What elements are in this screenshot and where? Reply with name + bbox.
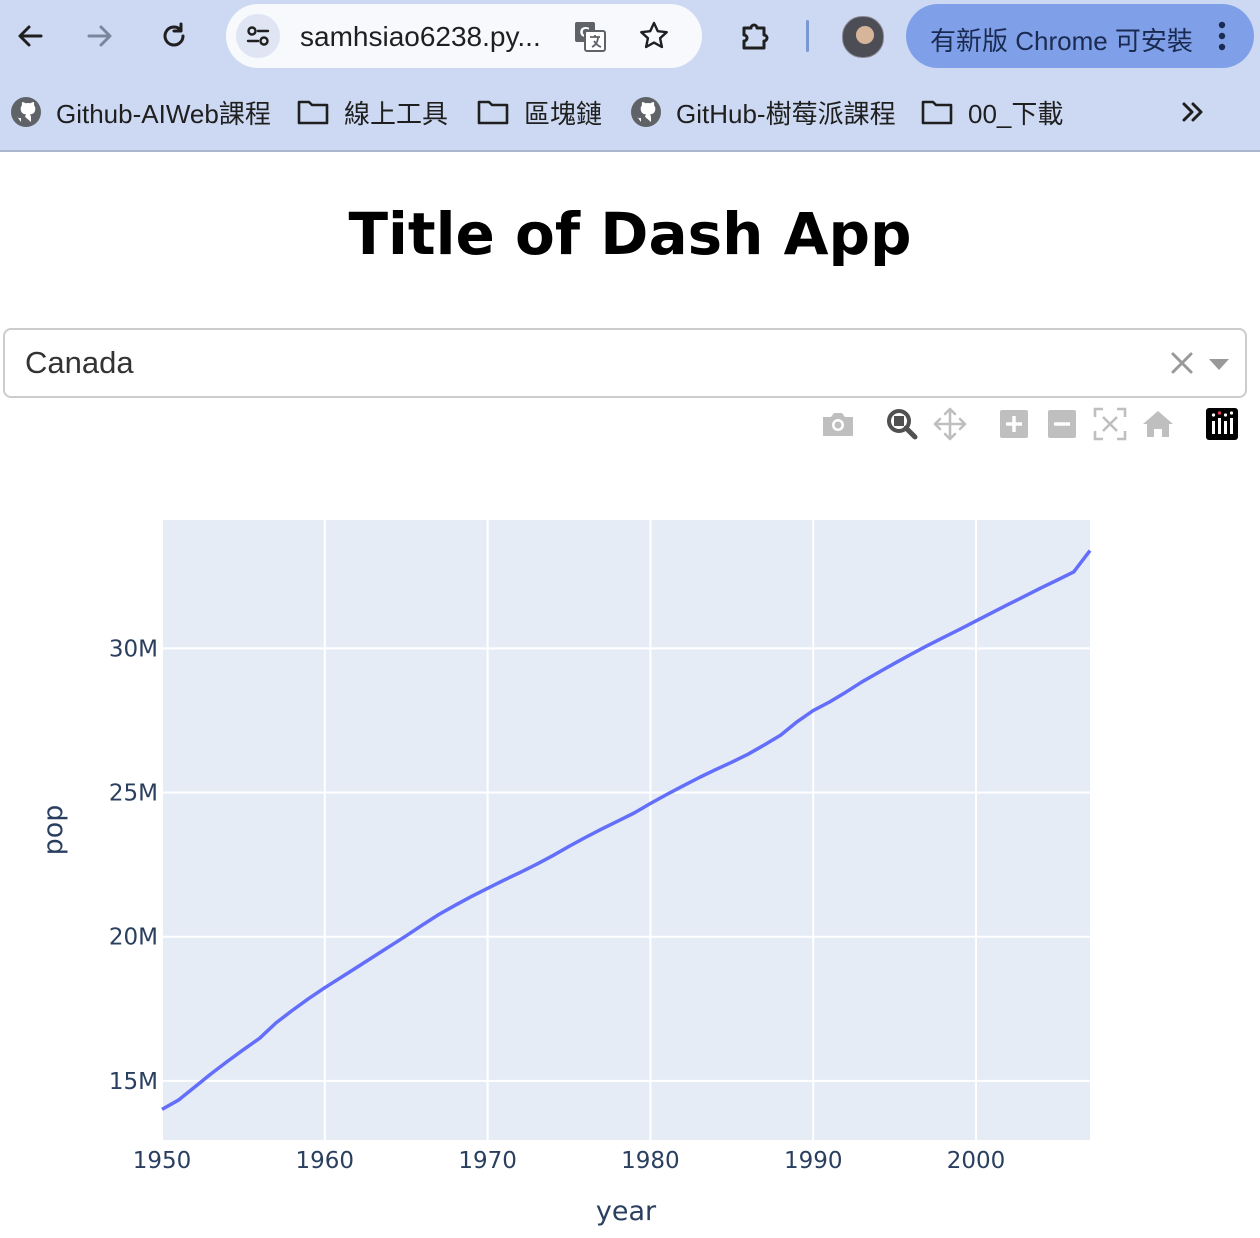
plotly-logo-icon	[1206, 408, 1238, 440]
clear-icon[interactable]	[1169, 350, 1195, 376]
x-tick-label: 1960	[296, 1148, 355, 1174]
page-title: Title of Dash App	[348, 200, 912, 268]
chevron-down-icon[interactable]	[1209, 359, 1229, 370]
github-icon	[631, 97, 661, 127]
github-icon	[11, 97, 41, 127]
y-tick-labels: 15M 20M 25M 30M	[109, 636, 158, 1095]
site-info-button[interactable]	[236, 14, 280, 58]
back-button[interactable]	[8, 14, 52, 58]
bookmark-label: GitHub-樹莓派課程	[676, 98, 896, 129]
bookmark-label: Github-AIWeb課程	[56, 98, 271, 129]
x-tick-label: 1950	[133, 1148, 192, 1174]
reload-icon	[163, 22, 185, 47]
bookmark-blockchain[interactable]: 區塊鏈	[476, 94, 602, 130]
camera-icon	[823, 413, 853, 436]
bookmark-github-raspberry[interactable]: GitHub-樹莓派課程	[630, 94, 896, 130]
reset-axes-icon	[1143, 411, 1173, 437]
y-axis-label: pop	[38, 805, 69, 856]
pan-button[interactable]	[930, 404, 970, 444]
chrome-update-label: 有新版 Chrome 可安裝	[930, 26, 1193, 56]
pan-icon	[933, 407, 967, 441]
bookmarks-overflow-button[interactable]	[1180, 94, 1220, 130]
y-tick-label: 20M	[109, 925, 158, 951]
x-tick-label: 1980	[621, 1148, 680, 1174]
zoom-in-icon	[1000, 410, 1028, 438]
y-tick-label: 15M	[109, 1069, 158, 1095]
bookmark-label: 線上工具	[344, 98, 449, 129]
dropdown-selected-value: Canada	[25, 345, 134, 380]
autoscale-button[interactable]	[1090, 404, 1130, 444]
address-bar[interactable]: samhsiao6238.py... G	[226, 4, 702, 68]
bookmark-label: 00_下載	[968, 98, 1064, 129]
forward-button[interactable]	[78, 14, 122, 58]
zoom-button[interactable]	[882, 404, 922, 444]
x-tick-label: 1990	[784, 1148, 843, 1174]
profile-avatar[interactable]	[842, 16, 884, 58]
autoscale-icon	[1093, 407, 1127, 441]
x-tick-labels: 1950 1960 1970 1980 1990 2000	[133, 1148, 1006, 1174]
translate-icon: G	[575, 22, 606, 52]
bookmark-star-button[interactable]	[636, 18, 672, 54]
url-text[interactable]: samhsiao6238.py...	[300, 21, 541, 53]
folder-icon	[921, 100, 953, 125]
country-dropdown[interactable]: Canada	[3, 328, 1247, 398]
zoom-out-button[interactable]	[1042, 404, 1082, 444]
download-png-button[interactable]	[818, 404, 858, 444]
bookmark-star-icon	[640, 21, 668, 49]
site-info-icon	[246, 26, 270, 46]
plotly-logo-button[interactable]	[1202, 404, 1242, 444]
more-icon[interactable]	[1210, 18, 1234, 54]
reload-button[interactable]	[152, 14, 196, 58]
extensions-button[interactable]	[734, 14, 778, 58]
plot-area[interactable]	[162, 520, 1090, 1140]
back-icon	[18, 25, 43, 47]
bookmarks-overflow-icon	[1182, 102, 1203, 122]
chrome-update-button[interactable]: 有新版 Chrome 可安裝	[906, 4, 1254, 68]
y-tick-label: 30M	[109, 636, 158, 662]
x-axis-label: year	[596, 1196, 657, 1227]
folder-icon	[297, 100, 329, 125]
extensions-icon	[742, 23, 769, 50]
zoom-in-button[interactable]	[994, 404, 1034, 444]
reset-axes-button[interactable]	[1138, 404, 1178, 444]
bookmark-label: 區塊鏈	[524, 98, 603, 129]
y-tick-label: 25M	[109, 781, 158, 807]
translate-button[interactable]: G	[572, 18, 608, 54]
browser-toolbar: samhsiao6238.py... G 有新版 Chrome 可安裝	[0, 0, 1260, 72]
x-tick-label: 1970	[458, 1148, 517, 1174]
x-tick-label: 2000	[947, 1148, 1006, 1174]
bookmark-downloads[interactable]: 00_下載	[920, 94, 1063, 130]
forward-icon	[87, 25, 112, 47]
bookmark-github-aiweb[interactable]: Github-AIWeb課程	[10, 94, 271, 130]
toolbar-separator	[806, 20, 809, 52]
bookmarks-bar: Github-AIWeb課程 線上工具 區塊鏈 GitHub-樹莓派課程 00_…	[0, 72, 1260, 152]
zoom-icon	[887, 409, 918, 440]
zoom-out-icon	[1048, 410, 1076, 438]
population-line-chart[interactable]: 1950 1960 1970 1980 1990 2000 15M 20M 25M 30M ye…	[0, 440, 1260, 1238]
folder-icon	[477, 100, 509, 125]
bookmark-online-tools[interactable]: 線上工具	[296, 94, 448, 130]
